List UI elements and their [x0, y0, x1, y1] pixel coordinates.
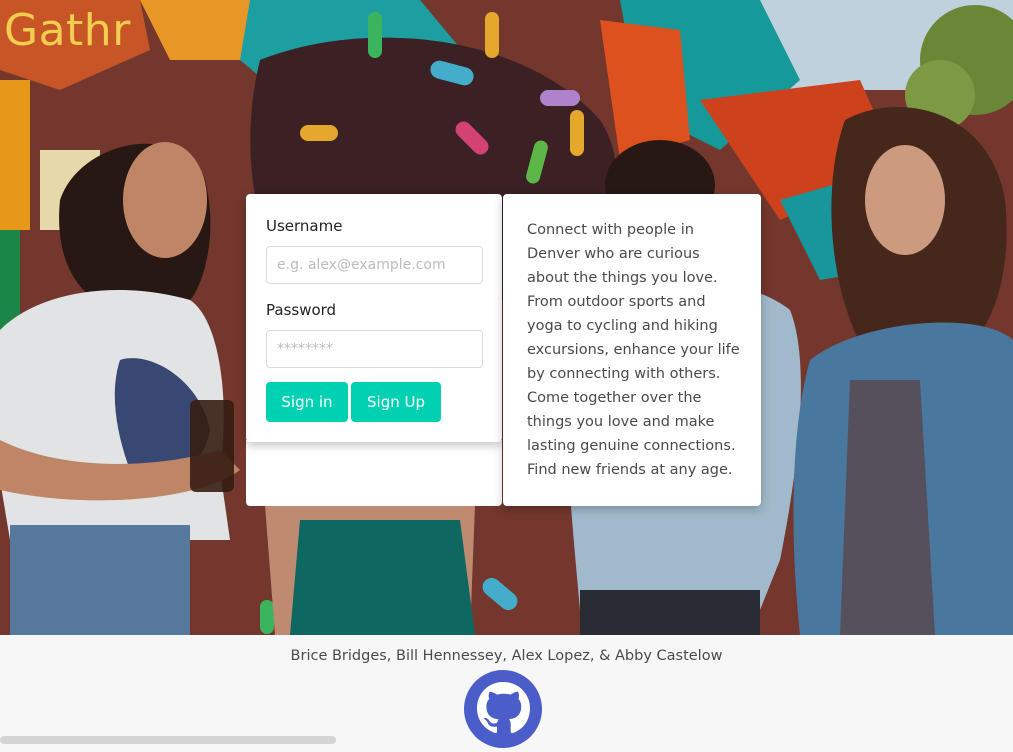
password-label: Password — [266, 301, 337, 319]
username-label: Username — [266, 217, 343, 235]
login-card-footer — [246, 440, 502, 506]
github-icon[interactable] — [464, 670, 542, 748]
about-card: Connect with people in Denver who are cu… — [503, 194, 761, 506]
app-logo[interactable]: Gathr — [4, 2, 131, 60]
credits-text: Brice Bridges, Bill Hennessey, Alex Lope… — [290, 648, 723, 664]
username-input[interactable] — [266, 246, 483, 284]
footer: Brice Bridges, Bill Hennessey, Alex Lope… — [0, 635, 1013, 748]
horizontal-scrollbar[interactable] — [0, 736, 336, 744]
sign-up-button[interactable]: Sign Up — [351, 382, 441, 422]
sign-in-button[interactable]: Sign in — [266, 382, 348, 422]
about-text: Connect with people in Denver who are cu… — [527, 222, 740, 478]
password-input[interactable] — [266, 330, 483, 368]
login-form: Username Password Sign in Sign Up — [246, 194, 502, 442]
